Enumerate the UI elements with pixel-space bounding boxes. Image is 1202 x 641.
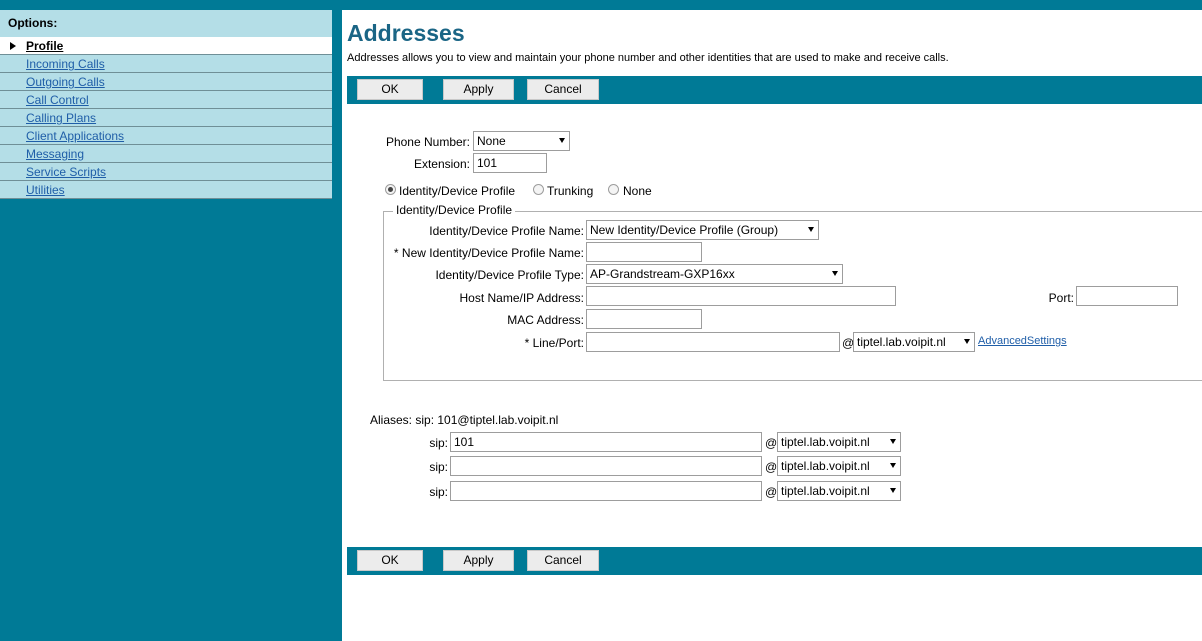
alias-sip-label: sip: — [429, 485, 448, 499]
page-title: Addresses — [347, 20, 465, 46]
alias-sip-input[interactable] — [450, 456, 762, 476]
at-sign: @ — [765, 436, 778, 450]
alias-domain-value: tiptel.lab.voipit.nl — [781, 484, 870, 498]
options-heading: Options: — [0, 10, 332, 37]
top-bar — [342, 0, 1202, 10]
sidebar-item-label[interactable]: Messaging — [26, 147, 84, 161]
ok-button[interactable]: OK — [357, 79, 423, 100]
alias-sip-input[interactable] — [450, 481, 762, 501]
button-bar-bottom: OK Apply Cancel — [347, 547, 1202, 575]
aliases-label: Aliases: sip: 101@tiptel.lab.voipit.nl — [370, 413, 559, 427]
host-input[interactable] — [586, 286, 896, 306]
at-sign: @ — [765, 460, 778, 474]
sidebar-item-utilities[interactable]: Utilities — [0, 181, 332, 199]
identity-radio-label: Identity/Device Profile — [399, 184, 516, 198]
chevron-down-icon — [890, 463, 896, 468]
alias-sip-label: sip: — [429, 436, 448, 450]
profile-type-value: AP-Grandstream-GXP16xx — [590, 267, 735, 281]
phone-number-value: None — [477, 134, 506, 148]
apply-button[interactable]: Apply — [443, 550, 514, 571]
sidebar-item-label[interactable]: Client Applications — [26, 129, 124, 143]
sidebar-item-label[interactable]: Calling Plans — [26, 111, 96, 125]
chevron-down-icon — [808, 227, 814, 232]
phone-number-label: Phone Number: — [385, 135, 470, 149]
none-radio-label: None — [623, 184, 652, 198]
alias-domain-select[interactable]: tiptel.lab.voipit.nl — [777, 481, 901, 501]
chevron-down-icon — [890, 488, 896, 493]
lineport-domain-value: tiptel.lab.voipit.nl — [857, 335, 946, 349]
identity-radio[interactable] — [385, 184, 396, 195]
options-list: Profile Incoming Calls Outgoing Calls Ca… — [0, 37, 332, 199]
cancel-button[interactable]: Cancel — [527, 79, 599, 100]
identity-profile-legend: Identity/Device Profile — [393, 203, 516, 217]
lineport-input[interactable] — [586, 332, 840, 352]
page-description: Addresses allows you to view and maintai… — [347, 52, 949, 64]
port-label: Port: — [1048, 291, 1074, 305]
profile-name-select[interactable]: New Identity/Device Profile (Group) — [586, 220, 819, 240]
new-profile-name-label: * New Identity/Device Profile Name: — [393, 246, 584, 260]
sidebar-item-label[interactable]: Incoming Calls — [26, 57, 105, 71]
sidebar-item-label[interactable]: Profile — [26, 39, 63, 53]
sidebar-item-label[interactable]: Utilities — [26, 183, 65, 197]
alias-domain-select[interactable]: tiptel.lab.voipit.nl — [777, 432, 901, 452]
profile-type-select[interactable]: AP-Grandstream-GXP16xx — [586, 264, 843, 284]
sidebar-item-calling-plans[interactable]: Calling Plans — [0, 109, 332, 127]
lineport-domain-select[interactable]: tiptel.lab.voipit.nl — [853, 332, 975, 352]
new-profile-name-input[interactable] — [586, 242, 702, 262]
chevron-down-icon — [890, 439, 896, 444]
phone-number-select[interactable]: None — [473, 131, 570, 151]
sidebar-item-messaging[interactable]: Messaging — [0, 145, 332, 163]
lineport-label: * Line/Port: — [524, 336, 584, 350]
trunking-radio-label: Trunking — [547, 184, 594, 198]
options-panel: Options: Profile Incoming Calls Outgoing… — [0, 0, 342, 641]
profile-name-value: New Identity/Device Profile (Group) — [590, 223, 779, 237]
alias-domain-value: tiptel.lab.voipit.nl — [781, 435, 870, 449]
chevron-down-icon — [559, 138, 565, 143]
sidebar-item-label[interactable]: Outgoing Calls — [26, 75, 105, 89]
alias-sip-label: sip: — [429, 460, 448, 474]
sidebar-item-label[interactable]: Call Control — [26, 93, 89, 107]
mac-label: MAC Address: — [507, 313, 584, 327]
extension-label: Extension: — [413, 157, 470, 171]
alias-domain-value: tiptel.lab.voipit.nl — [781, 459, 870, 473]
sidebar-item-outgoing-calls[interactable]: Outgoing Calls — [0, 73, 332, 91]
current-page-bullet-icon — [10, 42, 16, 50]
sidebar-item-call-control[interactable]: Call Control — [0, 91, 332, 109]
port-input[interactable] — [1076, 286, 1178, 306]
advanced-settings-link[interactable]: AdvancedSettings — [978, 335, 1067, 347]
at-sign: @ — [765, 485, 778, 499]
chevron-down-icon — [964, 339, 970, 344]
sidebar-item-client-applications[interactable]: Client Applications — [0, 127, 332, 145]
extension-input[interactable]: 101 — [473, 153, 547, 173]
button-bar-top: OK Apply Cancel — [347, 76, 1202, 104]
alias-sip-input[interactable]: 101 — [450, 432, 762, 452]
sidebar-item-label[interactable]: Service Scripts — [26, 165, 106, 179]
sidebar-item-incoming-calls[interactable]: Incoming Calls — [0, 55, 332, 73]
trunking-radio[interactable] — [533, 184, 544, 195]
ok-button[interactable]: OK — [357, 550, 423, 571]
sidebar-item-service-scripts[interactable]: Service Scripts — [0, 163, 332, 181]
cancel-button[interactable]: Cancel — [527, 550, 599, 571]
mac-input[interactable] — [586, 309, 702, 329]
none-radio[interactable] — [608, 184, 619, 195]
chevron-down-icon — [832, 271, 838, 276]
host-label: Host Name/IP Address: — [459, 291, 585, 305]
sidebar-item-profile[interactable]: Profile — [0, 37, 332, 55]
profile-type-label: Identity/Device Profile Type: — [435, 268, 584, 282]
profile-name-label: Identity/Device Profile Name: — [429, 224, 584, 238]
apply-button[interactable]: Apply — [443, 79, 514, 100]
alias-domain-select[interactable]: tiptel.lab.voipit.nl — [777, 456, 901, 476]
